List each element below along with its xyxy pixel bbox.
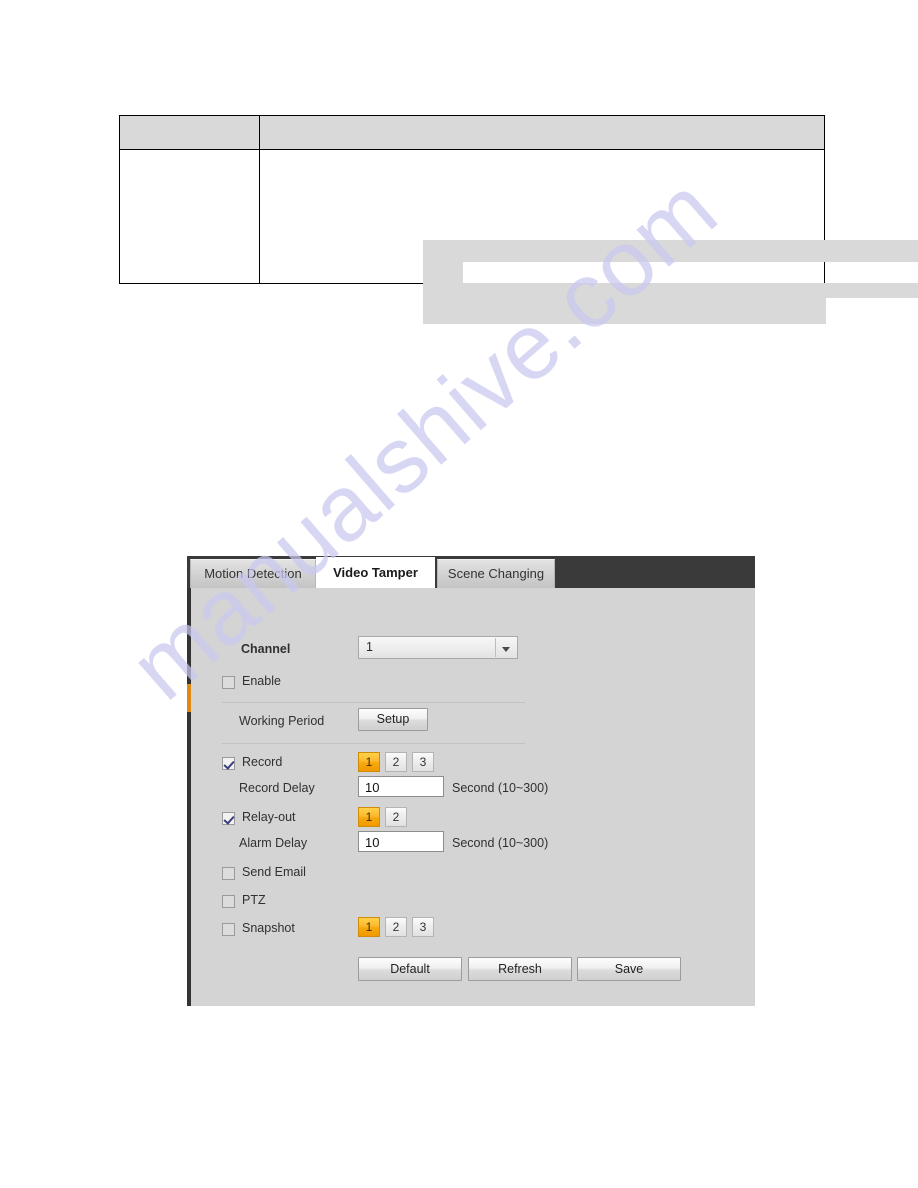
redacted-block — [423, 240, 918, 262]
record-channel-3-button[interactable]: 3 — [412, 752, 434, 772]
settings-form: Channel 1 Enable Working Period Setup Re… — [191, 588, 755, 1006]
record-checkbox[interactable] — [222, 757, 235, 770]
alarm-delay-label: Alarm Delay — [239, 836, 308, 850]
alarm-delay-input[interactable]: 10 — [358, 831, 444, 852]
video-tamper-settings-panel: Motion Detection Video Tamper Scene Chan… — [187, 556, 755, 1006]
refresh-button[interactable]: Refresh — [468, 957, 572, 981]
tab-motion-detection[interactable]: Motion Detection — [190, 559, 316, 588]
enable-label: Enable — [242, 674, 281, 688]
relay-out-checkbox[interactable] — [222, 812, 235, 825]
snapshot-checkbox[interactable] — [222, 923, 235, 936]
channel-label: Channel — [241, 642, 291, 656]
record-channel-1-button[interactable]: 1 — [358, 752, 380, 772]
working-period-label: Working Period — [239, 714, 325, 728]
relay-out-channel-1-button[interactable]: 1 — [358, 807, 380, 827]
ptz-label: PTZ — [242, 893, 266, 907]
ptz-checkbox[interactable] — [222, 895, 235, 908]
divider — [222, 702, 525, 703]
record-label: Record — [242, 755, 283, 769]
table-header-row — [119, 115, 825, 150]
record-delay-input[interactable]: 10 — [358, 776, 444, 797]
send-email-checkbox[interactable] — [222, 867, 235, 880]
redacted-block — [423, 262, 463, 298]
tab-video-tamper[interactable]: Video Tamper — [316, 557, 435, 588]
redacted-block — [463, 283, 918, 298]
record-delay-label: Record Delay — [239, 781, 315, 795]
relay-out-label: Relay-out — [242, 810, 296, 824]
channel-select-value: 1 — [366, 640, 373, 654]
snapshot-channel-2-button[interactable]: 2 — [385, 917, 407, 937]
enable-checkbox[interactable] — [222, 676, 235, 689]
redacted-block — [423, 298, 826, 324]
chevron-down-icon[interactable] — [495, 638, 516, 657]
table-header-cell-2 — [259, 115, 825, 150]
working-period-setup-button[interactable]: Setup — [358, 708, 428, 731]
send-email-label: Send Email — [242, 865, 306, 879]
table-cell-label — [119, 149, 260, 284]
default-button[interactable]: Default — [358, 957, 462, 981]
snapshot-channel-3-button[interactable]: 3 — [412, 917, 434, 937]
table-cell-content — [259, 149, 918, 324]
tab-scene-changing[interactable]: Scene Changing — [437, 559, 555, 588]
record-delay-unit: Second (10~300) — [452, 781, 549, 795]
channel-select[interactable]: 1 — [358, 636, 518, 659]
snapshot-label: Snapshot — [242, 921, 295, 935]
document-table — [119, 115, 918, 324]
divider — [222, 743, 525, 744]
record-channel-2-button[interactable]: 2 — [385, 752, 407, 772]
table-header-cell-1 — [119, 115, 260, 150]
tab-bar: Motion Detection Video Tamper Scene Chan… — [187, 556, 755, 588]
snapshot-channel-1-button[interactable]: 1 — [358, 917, 380, 937]
relay-out-channel-2-button[interactable]: 2 — [385, 807, 407, 827]
alarm-delay-unit: Second (10~300) — [452, 836, 549, 850]
table-row — [119, 149, 918, 324]
save-button[interactable]: Save — [577, 957, 681, 981]
